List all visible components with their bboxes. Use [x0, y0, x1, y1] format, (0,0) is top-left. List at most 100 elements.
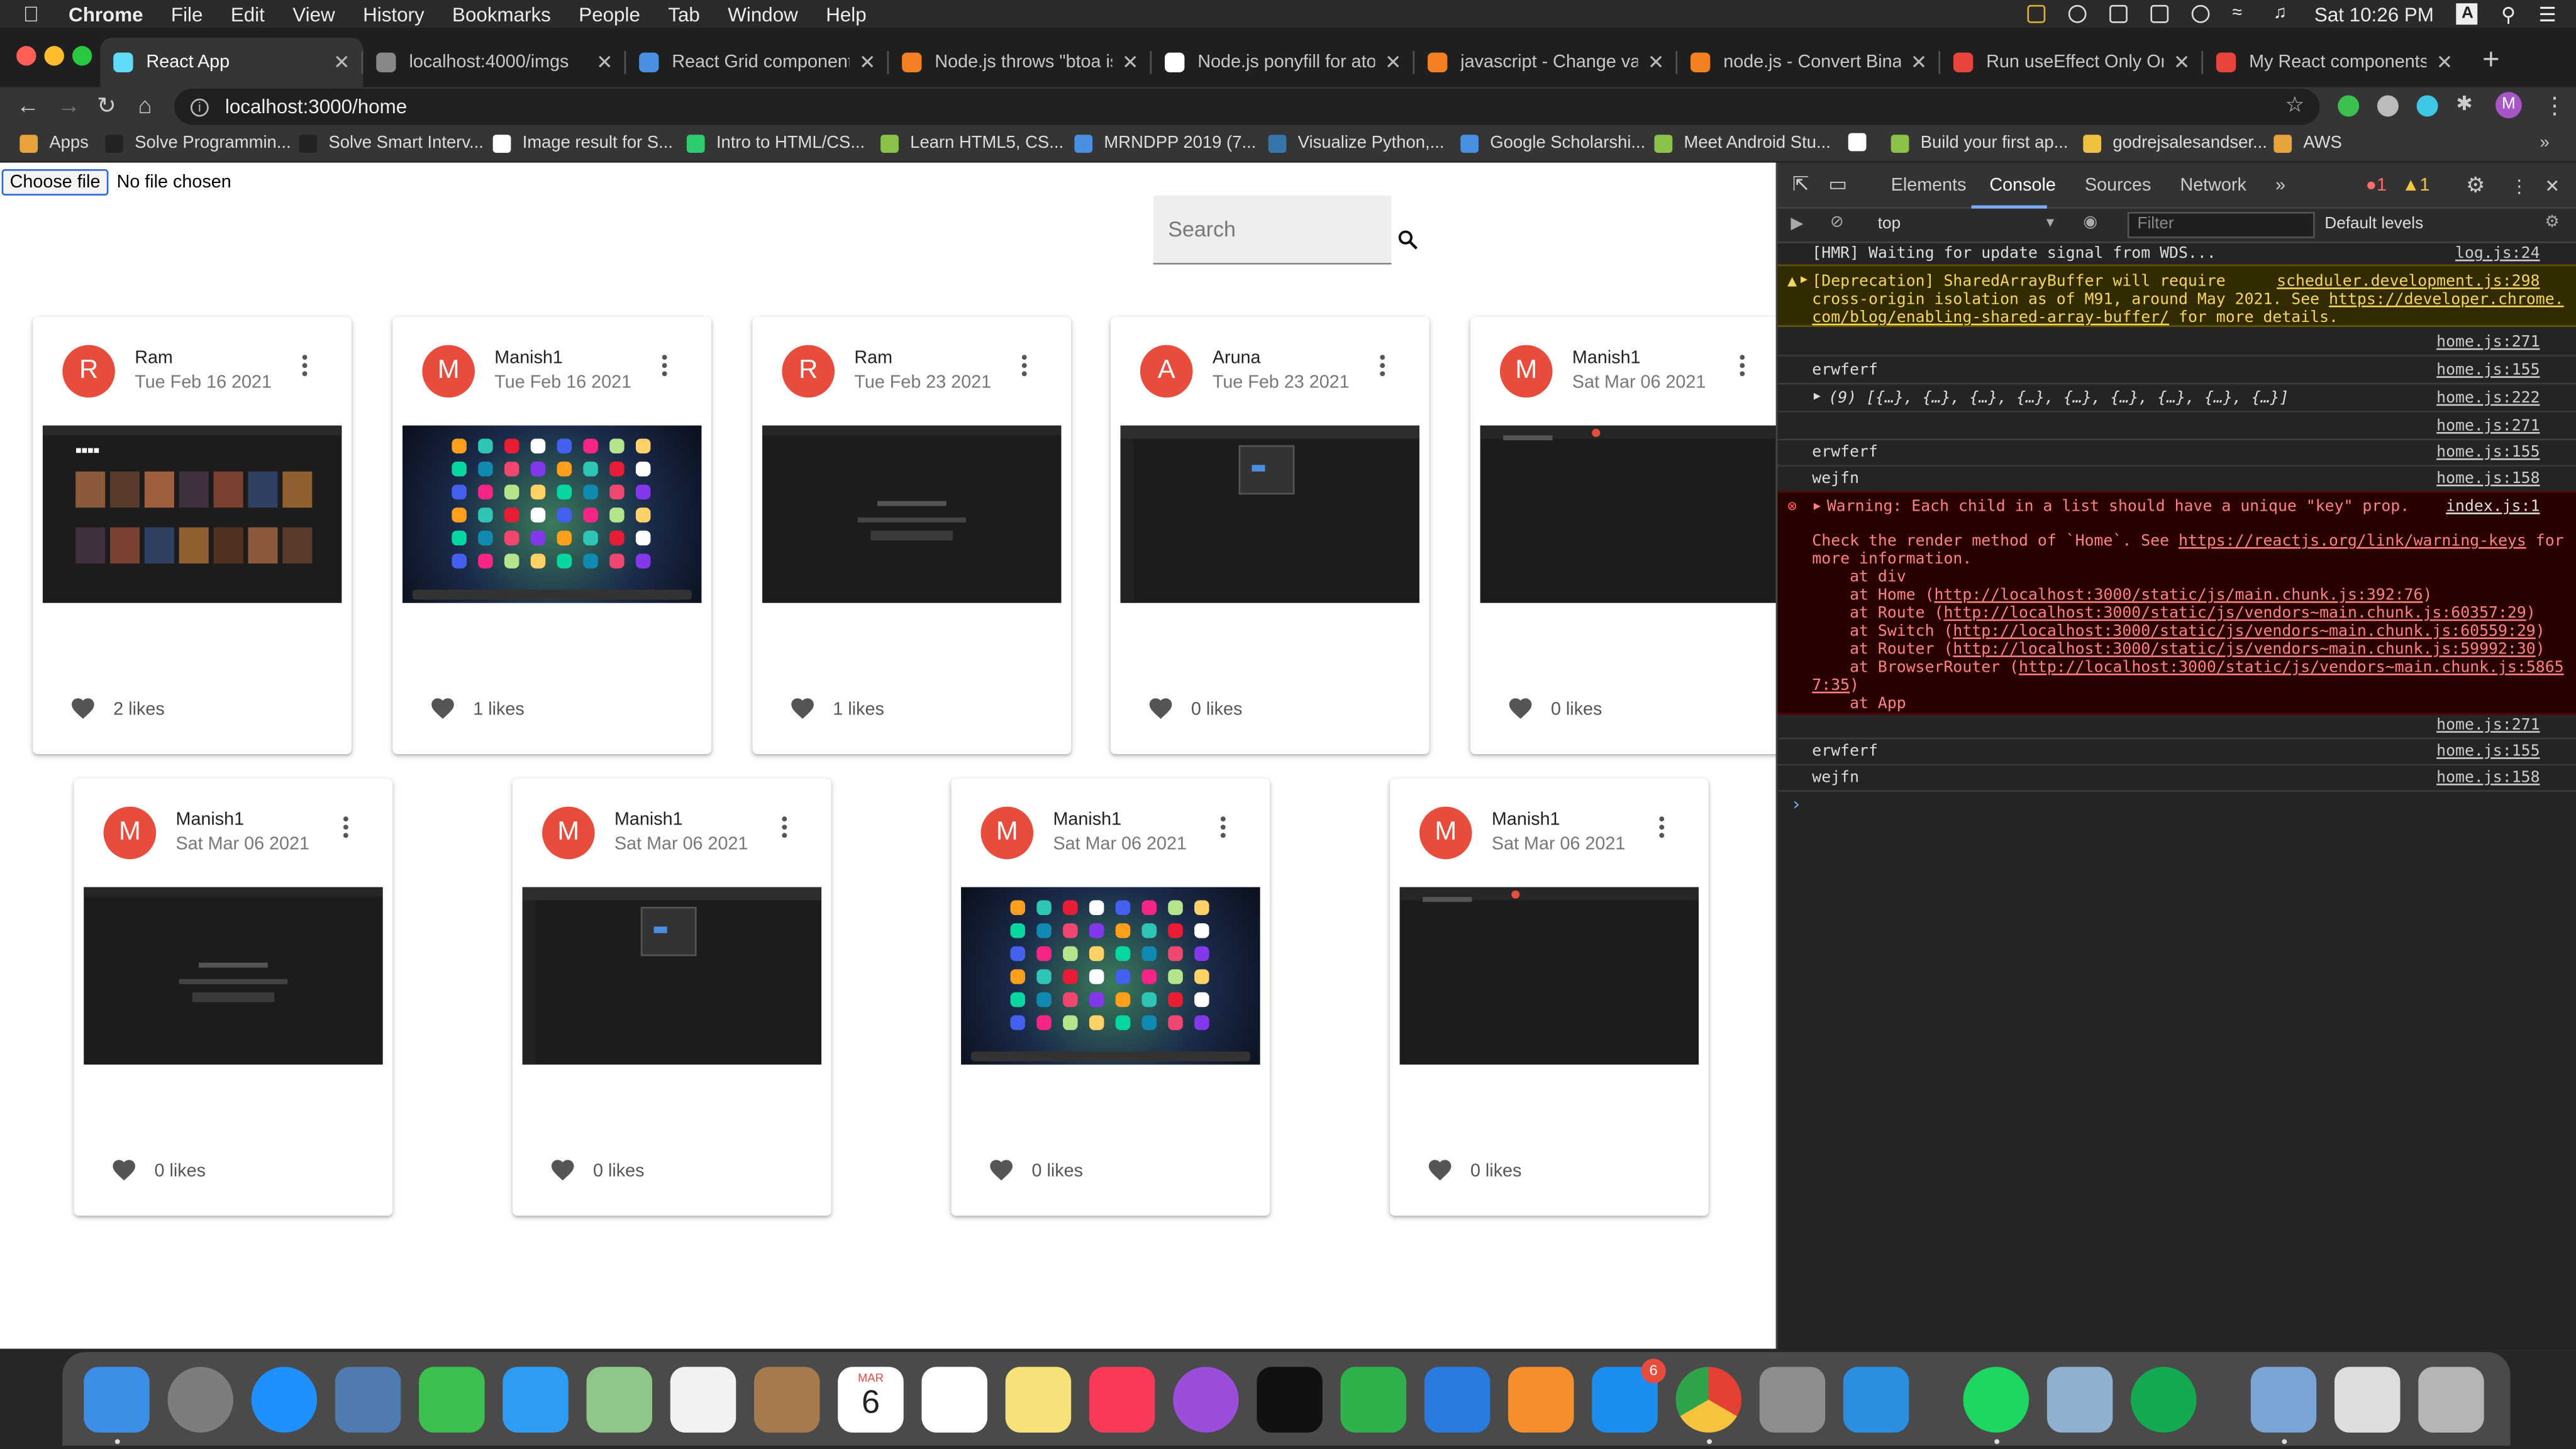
- profile-avatar[interactable]: M: [2496, 92, 2522, 119]
- bookmark-star-icon[interactable]: ☆: [2285, 92, 2304, 118]
- extensions-puzzle-icon[interactable]: ✱: [2456, 92, 2472, 115]
- tv-icon[interactable]: [1257, 1367, 1323, 1433]
- close-tab-icon[interactable]: ✕: [1122, 51, 1138, 74]
- post-image[interactable]: [762, 425, 1062, 603]
- close-tab-icon[interactable]: ✕: [2436, 51, 2453, 74]
- error-link[interactable]: http://localhost:3000/static/js/vendors~…: [1953, 623, 2535, 641]
- maps-icon[interactable]: [586, 1367, 653, 1433]
- input-source-icon[interactable]: A: [2457, 3, 2479, 25]
- menu-edit[interactable]: Edit: [231, 3, 265, 26]
- sync-icon[interactable]: [2068, 4, 2086, 23]
- tab-network[interactable]: Network: [2180, 176, 2246, 196]
- heart-icon[interactable]: [1146, 695, 1174, 719]
- more-options-icon[interactable]: [1220, 816, 1227, 840]
- bookmark-item[interactable]: Meet Android Stu...: [1654, 133, 1831, 153]
- post-image[interactable]: [402, 425, 702, 603]
- system-preferences-icon[interactable]: [1759, 1367, 1826, 1433]
- more-options-icon[interactable]: [302, 355, 309, 378]
- like-button[interactable]: [110, 1157, 155, 1186]
- like-button[interactable]: [548, 1157, 593, 1186]
- browser-tab[interactable]: React App ✕: [100, 38, 364, 87]
- browser-tab[interactable]: Run useEffect Only Once ✕: [1940, 38, 2203, 87]
- expand-arrow-icon[interactable]: ▶: [1814, 499, 1821, 513]
- like-button[interactable]: [1506, 695, 1551, 724]
- error-count-badge[interactable]: ●1: [2366, 176, 2387, 196]
- live-expression-eye-icon[interactable]: ◉: [2083, 214, 2097, 232]
- menu-file[interactable]: File: [171, 3, 203, 26]
- calendar-icon[interactable]: MAR 6: [838, 1367, 904, 1433]
- more-bookmarks-icon[interactable]: »: [2540, 133, 2550, 153]
- console-prompt[interactable]: ›: [1790, 794, 1801, 815]
- chrome-menu-icon[interactable]: ⋮: [2543, 92, 2567, 119]
- bookmark-item[interactable]: [1848, 133, 1878, 152]
- keynote-icon[interactable]: [1424, 1367, 1491, 1433]
- console-filter-input[interactable]: Filter: [2127, 211, 2315, 238]
- device-toolbar-icon[interactable]: ▭: [1828, 172, 1847, 196]
- contacts-icon[interactable]: [754, 1367, 820, 1433]
- bookmark-item[interactable]: godrejsalesandser...: [2083, 133, 2267, 153]
- post-image[interactable]: [522, 887, 822, 1065]
- like-button[interactable]: [987, 1157, 1032, 1186]
- close-tab-icon[interactable]: ✕: [859, 51, 875, 74]
- browser-tab[interactable]: My React components re ✕: [2203, 38, 2466, 87]
- heart-icon[interactable]: [1506, 695, 1534, 719]
- post-image[interactable]: ■■■■: [42, 425, 342, 603]
- lock-icon[interactable]: [2109, 4, 2128, 23]
- close-tab-icon[interactable]: ✕: [1385, 51, 1401, 74]
- app-store-icon[interactable]: 6: [1592, 1358, 1666, 1433]
- log-source-link[interactable]: scheduler.development.js:298: [2277, 273, 2540, 291]
- bookmark-item[interactable]: Google Scholarshi...: [1460, 133, 1645, 153]
- home-icon[interactable]: ⌂: [138, 92, 152, 118]
- search-icon[interactable]: [1396, 228, 1419, 252]
- like-button[interactable]: [1146, 695, 1191, 724]
- music-icon[interactable]: [1089, 1367, 1155, 1433]
- more-options-icon[interactable]: [1740, 355, 1746, 378]
- more-options-icon[interactable]: [782, 816, 788, 840]
- close-devtools-icon[interactable]: ✕: [2545, 176, 2560, 197]
- browser-tab[interactable]: Node.js throws "btoa is n ✕: [889, 38, 1152, 87]
- bookmark-item[interactable]: Solve Smart Interv...: [299, 133, 484, 153]
- close-tab-icon[interactable]: ✕: [596, 51, 613, 74]
- menu-tab[interactable]: Tab: [668, 3, 700, 26]
- bookmark-item[interactable]: MRNDPP 2019 (7...: [1074, 133, 1256, 153]
- more-options-icon[interactable]: [1659, 816, 1665, 840]
- log-source-link[interactable]: index.js:1: [2446, 498, 2540, 516]
- bookmark-item[interactable]: Visualize Python,...: [1268, 133, 1444, 153]
- warning-link[interactable]: com/blog/enabling-shared-array-buffer/: [1812, 309, 2169, 327]
- like-button[interactable]: [69, 695, 114, 724]
- messages-icon[interactable]: [502, 1367, 569, 1433]
- facetime-icon[interactable]: [419, 1367, 485, 1433]
- reload-icon[interactable]: ↻: [97, 92, 116, 119]
- launchpad-icon[interactable]: [167, 1367, 233, 1433]
- pages-icon[interactable]: [1508, 1367, 1574, 1433]
- reminders-icon[interactable]: [921, 1367, 987, 1433]
- bookmark-item[interactable]: Apps: [19, 133, 89, 153]
- log-source-link[interactable]: home.js:155: [2436, 362, 2540, 380]
- close-tab-icon[interactable]: ✕: [2174, 51, 2190, 74]
- more-tabs-icon[interactable]: »: [2275, 176, 2285, 196]
- vscode-icon[interactable]: [1843, 1367, 1909, 1433]
- log-source-link[interactable]: home.js:271: [2436, 418, 2540, 436]
- mongodb-compass-icon[interactable]: [2131, 1367, 2197, 1433]
- browser-tab[interactable]: node.js - Convert Binary ✕: [1677, 38, 1940, 87]
- spotify-icon[interactable]: [1963, 1367, 2029, 1433]
- recent-screenshot-icon[interactable]: [2334, 1367, 2401, 1433]
- spotlight-icon[interactable]: ⚲: [2501, 3, 2516, 26]
- heart-icon[interactable]: [789, 695, 816, 719]
- close-tab-icon[interactable]: ✕: [1911, 51, 1927, 74]
- clock[interactable]: Sat 10:26 PM: [2314, 3, 2434, 26]
- log-source-link[interactable]: home.js:271: [2436, 333, 2540, 352]
- log-source-link[interactable]: log.js:24: [2455, 245, 2540, 263]
- back-icon[interactable]: ←: [16, 92, 40, 118]
- trash-icon[interactable]: [2418, 1367, 2484, 1433]
- settings-gear-icon[interactable]: ⚙: [2466, 172, 2485, 199]
- post-image[interactable]: [1480, 425, 1776, 603]
- heart-icon[interactable]: [987, 1157, 1015, 1181]
- clear-console-icon[interactable]: ⊘: [1830, 214, 1844, 232]
- minimize-window-button[interactable]: [44, 46, 64, 66]
- tab-console[interactable]: Console: [1989, 176, 2055, 196]
- menu-help[interactable]: Help: [826, 3, 866, 26]
- context-chevron-down-icon[interactable]: ▼: [2044, 215, 2057, 230]
- more-options-icon[interactable]: [662, 355, 669, 378]
- preview-icon[interactable]: [2046, 1367, 2113, 1433]
